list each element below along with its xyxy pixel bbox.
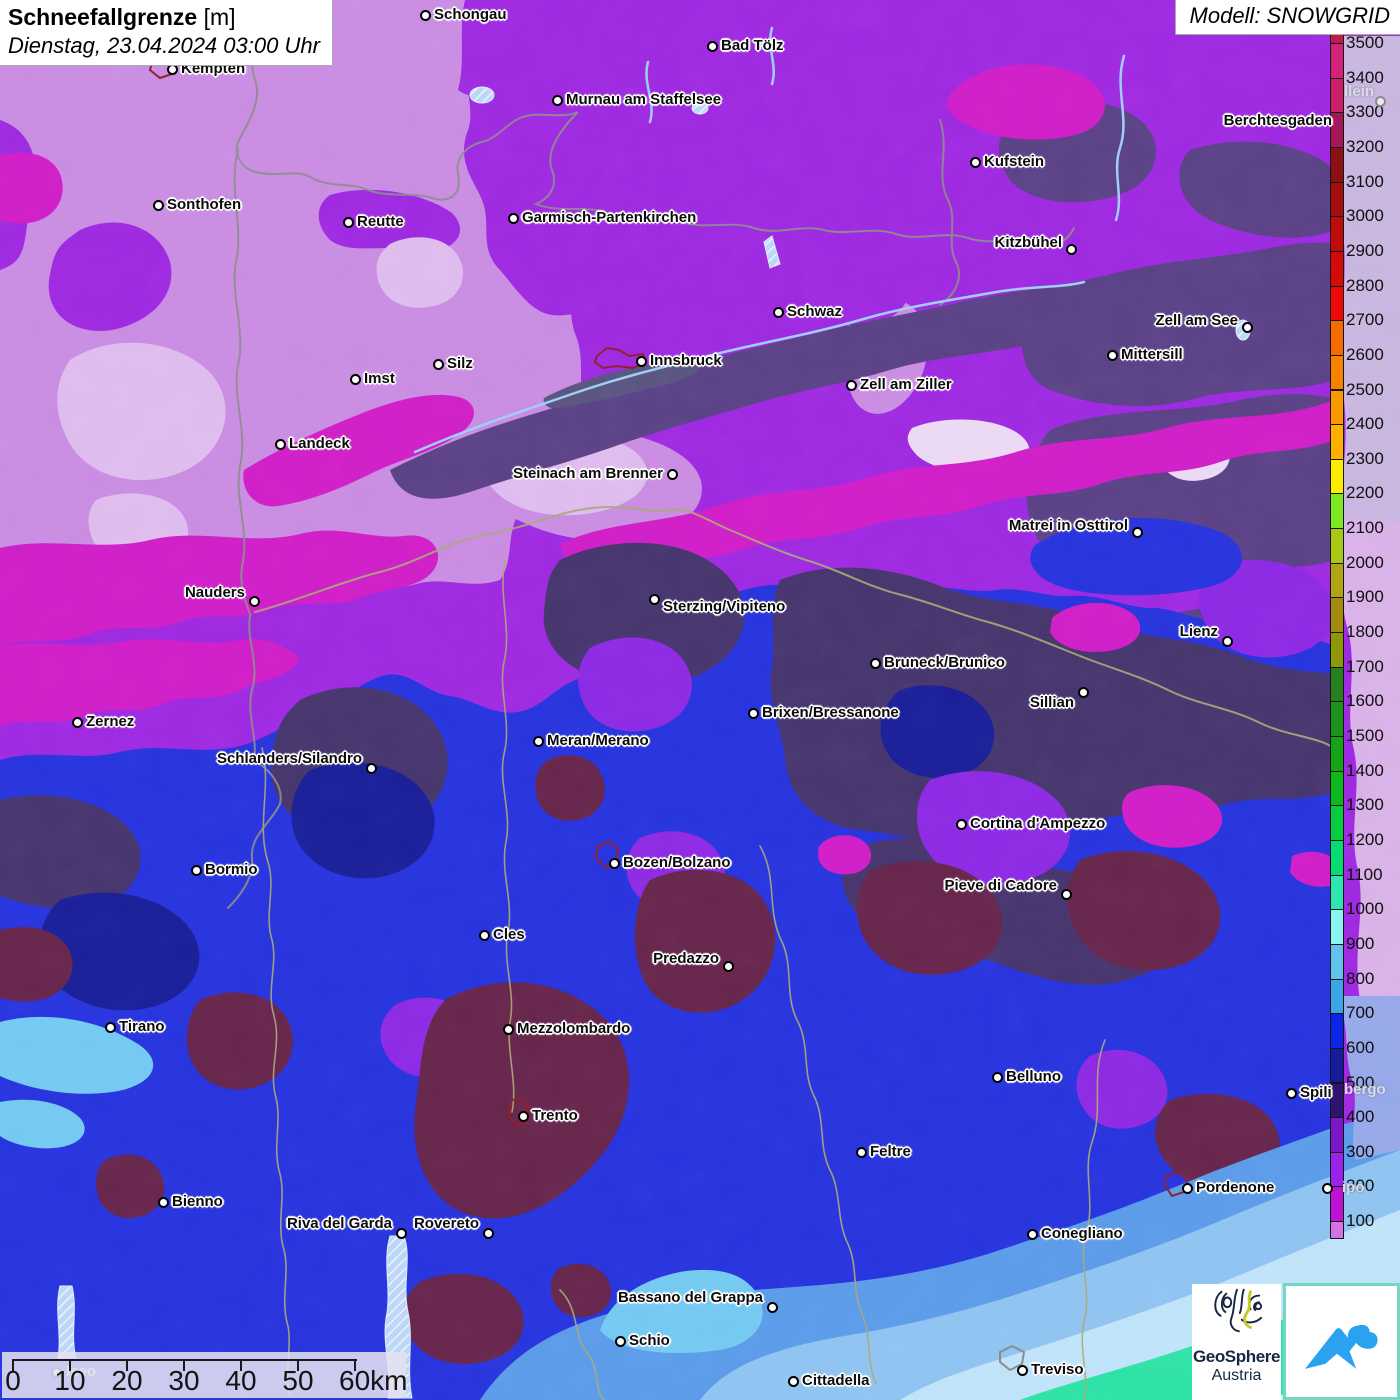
title-box: Schneefallgrenze [m] Dienstag, 23.04.202… [0,0,333,66]
scalebar-tick-label: 20 [111,1365,143,1396]
scalebar-tick-label: 60km [339,1365,408,1396]
geosphere-country: Austria [1211,1367,1262,1384]
scalebar-line [13,1359,357,1361]
model-label: Modell: SNOWGRID [1174,0,1400,35]
scalebar-tick-label: 10 [54,1365,86,1396]
terrain-texture [0,0,1400,1400]
map-title-unit: [m] [197,4,236,30]
scalebar-tick-label: 50 [282,1365,314,1396]
geosphere-wordmark: GeoSphere [1192,1347,1281,1366]
scalebar-tick-label: 0 [5,1365,21,1396]
snowgrid-logo [1283,1283,1400,1400]
map-datetime: Dienstag, 23.04.2024 03:00 Uhr [8,33,320,58]
geosphere-logo: GeoSphere Austria [1192,1284,1281,1400]
map-title-text: Schneefallgrenze [8,4,198,30]
map-canvas [0,0,1400,1400]
scalebar-tick-label: 40 [225,1365,257,1396]
weather-map-screenshot: 3500 3400 3300 3200 3100 3000 2900 2800 2700 2600… [0,0,1400,1400]
scalebar-tick-label: 30 [168,1365,200,1396]
map-title: Schneefallgrenze [m] [8,3,320,32]
scalebar: 0 10 20 30 40 50 60km [2,1352,408,1398]
geosphere-contour-icon [1213,1288,1262,1333]
snow-mountain-icon [1304,1324,1378,1369]
